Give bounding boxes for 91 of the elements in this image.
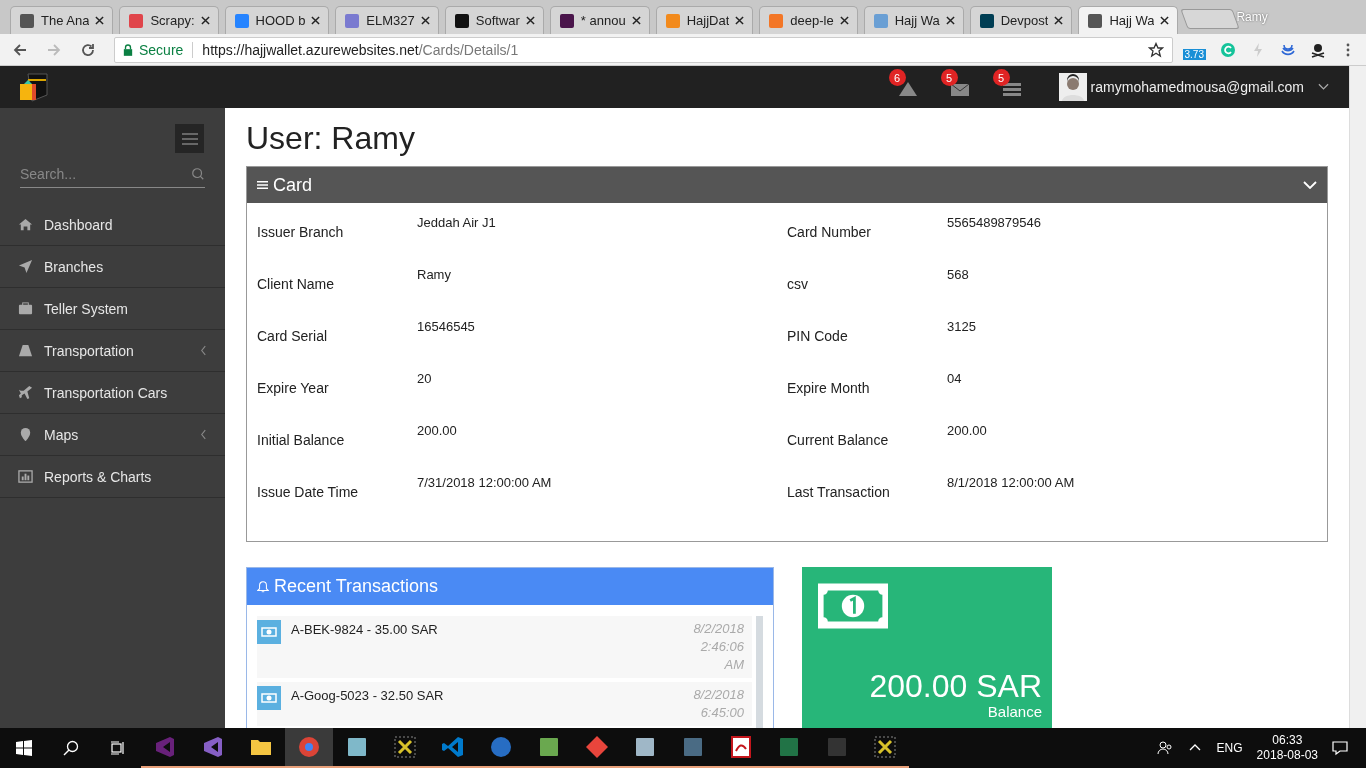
browser-tab[interactable]: ELM327 <box>335 6 439 34</box>
logo-icon[interactable] <box>18 71 50 103</box>
close-icon[interactable] <box>1054 16 1064 25</box>
close-icon[interactable] <box>1160 16 1170 25</box>
browser-tab[interactable]: Softwar <box>444 6 544 34</box>
language-indicator[interactable]: ENG <box>1216 741 1243 755</box>
people-icon[interactable] <box>1156 740 1173 756</box>
count-badge: 5 <box>940 69 958 86</box>
transaction-item[interactable]: A-BEK-9824 - 35.00 SAR 8/2/2018 2:46:06 AM <box>257 616 752 678</box>
field-value: 7/31/2018 12:00:00 AM <box>417 475 552 491</box>
field-label: Last Transaction <box>787 483 891 502</box>
browser-tab[interactable]: deep-le <box>759 6 858 34</box>
field-label: Client Name <box>257 275 336 294</box>
field-value: 3125 <box>947 319 976 335</box>
house-icon <box>18 217 33 232</box>
close-icon[interactable] <box>945 16 955 25</box>
pirate-icon[interactable] <box>1310 41 1326 58</box>
field-label: Initial Balance <box>257 431 346 450</box>
browser-tab[interactable]: Scrapy: <box>119 6 219 34</box>
star-icon[interactable] <box>1147 41 1164 58</box>
map-pin-icon <box>18 427 33 442</box>
field-value: 200.00 <box>947 423 987 439</box>
bell-icon <box>257 580 269 593</box>
field-label: PIN Code <box>787 327 849 346</box>
lock-icon <box>123 43 133 56</box>
close-icon[interactable] <box>95 16 105 25</box>
panel-header: Recent Transactions <box>247 568 773 605</box>
menu-icon <box>181 132 198 145</box>
close-icon[interactable] <box>525 16 535 25</box>
plane-icon <box>18 385 33 400</box>
close-icon[interactable] <box>420 16 430 25</box>
transaction-item[interactable]: A-Goog-5023 - 32.50 SAR 8/2/2018 6:45:00 <box>257 682 752 726</box>
browser-tab[interactable]: Devpost <box>969 6 1073 34</box>
task-view-icon[interactable] <box>110 740 126 756</box>
clock[interactable]: 06:33 2018-08-03 <box>1256 733 1318 763</box>
field-label: Card Serial <box>257 327 329 346</box>
field-label: Expire Year <box>257 379 330 398</box>
browser-tab[interactable]: The Ana <box>10 6 114 34</box>
count-badge: 6 <box>888 69 906 86</box>
field-value: 8/1/2018 12:00:00 AM <box>947 475 1075 491</box>
field-value: 5565489879546 <box>947 215 1041 231</box>
extension-badge[interactable]: 3.73 <box>1182 49 1206 60</box>
field-label: Card Number <box>787 223 873 242</box>
field-value: 568 <box>947 267 969 283</box>
field-label: csv <box>787 275 809 294</box>
briefcase-icon <box>18 301 33 316</box>
field-value: 200.00 <box>417 423 457 439</box>
browser-tab[interactable]: HajjDat <box>655 6 754 34</box>
notification-icon[interactable] <box>1332 740 1348 756</box>
browser-tab[interactable]: * annou <box>549 6 650 34</box>
browser-tab[interactable]: Hajj Wa <box>863 6 964 34</box>
menu-toggle-button[interactable] <box>175 124 204 153</box>
envelope-icon[interactable] <box>949 81 970 97</box>
field-value: Jeddah Air J1 <box>417 215 496 231</box>
close-icon[interactable] <box>311 16 321 25</box>
address-field[interactable]: Secure https://hajjwallet.azurewebsites.net/Cards/Details/1 <box>114 36 1173 63</box>
field-label: Expire Month <box>787 379 871 398</box>
field-value: 20 <box>417 371 432 387</box>
field-value: 16546545 <box>417 319 475 335</box>
close-icon[interactable] <box>631 16 641 25</box>
start-icon[interactable] <box>16 740 32 756</box>
field-label: Issuer Branch <box>257 223 345 242</box>
balance-tile: 200.00 SAR Balance <box>802 567 1052 728</box>
banknote-icon <box>818 583 888 629</box>
field-label: Current Balance <box>787 431 890 450</box>
close-icon[interactable] <box>839 16 849 25</box>
chevron-down-icon[interactable] <box>1303 181 1317 189</box>
count-badge: 5 <box>992 69 1010 86</box>
search-input[interactable]: Search... <box>20 166 191 182</box>
road-icon <box>18 343 33 358</box>
list-icon[interactable] <box>1001 81 1022 97</box>
close-icon[interactable] <box>735 16 745 25</box>
page-title: User: Ramy <box>246 120 416 156</box>
card-header[interactable]: Card <box>247 167 1327 203</box>
money-icon <box>257 686 281 710</box>
search-icon[interactable] <box>63 740 79 756</box>
menu-icon <box>257 180 268 190</box>
back-icon[interactable] <box>12 41 28 58</box>
field-value: 04 <box>947 371 962 387</box>
browser-tab[interactable]: HOOD b <box>224 6 330 34</box>
warning-icon[interactable] <box>897 81 918 97</box>
field-value: Ramy <box>417 267 451 283</box>
field-label: Issue Date Time <box>257 483 360 502</box>
bar-chart-icon <box>18 469 33 484</box>
browser-tab[interactable]: Hajj Wa <box>1078 6 1179 34</box>
money-icon <box>257 620 281 644</box>
reload-icon[interactable] <box>80 41 96 58</box>
caret-icon[interactable] <box>1318 83 1329 91</box>
arrow-icon <box>18 259 33 274</box>
close-icon[interactable] <box>200 16 210 25</box>
user-email[interactable]: ramymohamedmousa@gmail.com <box>1090 79 1304 95</box>
